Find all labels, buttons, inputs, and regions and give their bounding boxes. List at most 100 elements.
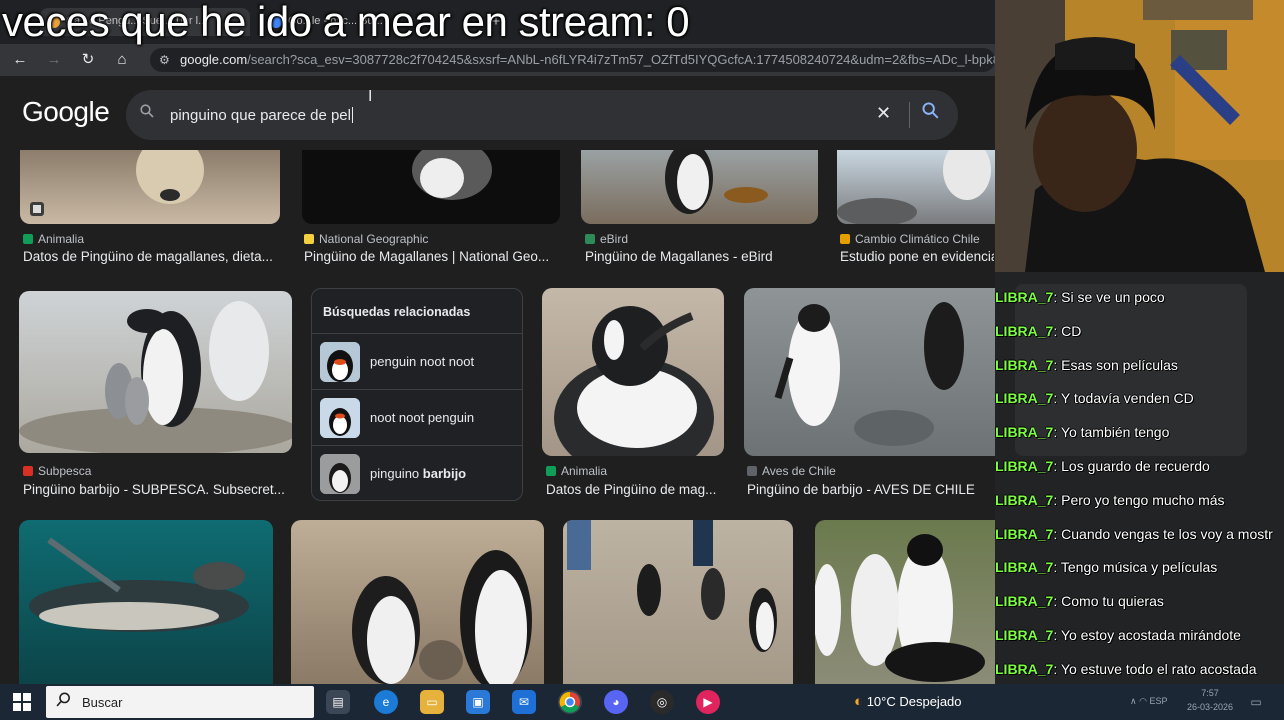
chat-separator: : bbox=[1053, 559, 1061, 576]
chat-username[interactable]: LIBRA_7 bbox=[995, 526, 1053, 542]
chat-username[interactable]: LIBRA_7 bbox=[995, 627, 1053, 643]
chat-message: LIBRA_7: Si se ve un poco bbox=[995, 289, 1165, 305]
mail-icon[interactable]: ✉ bbox=[512, 690, 536, 714]
wifi-icon[interactable]: ◠ bbox=[1139, 696, 1147, 706]
chat-separator: : bbox=[1053, 322, 1062, 339]
result-image[interactable] bbox=[563, 520, 793, 684]
windows-taskbar: Buscar ▤ e ▭ ▣ ✉ ◕ ◎ ▶ ◐ 10°C Despejado … bbox=[0, 684, 1284, 720]
media-player-icon[interactable]: ▶ bbox=[696, 690, 720, 714]
chat-separator: : bbox=[1053, 390, 1061, 407]
chat-separator: : bbox=[1053, 289, 1062, 305]
file-explorer-icon[interactable]: ▭ bbox=[420, 690, 444, 714]
result-title[interactable]: Datos de Pingüino de magallanes, dieta..… bbox=[23, 249, 281, 264]
site-info-icon[interactable]: ⚙ bbox=[159, 53, 170, 67]
chat-username[interactable]: LIBRA_7 bbox=[995, 289, 1053, 305]
tray-overflow-icon[interactable]: ∧ bbox=[1130, 696, 1137, 706]
result-source[interactable]: Animalia bbox=[23, 232, 84, 246]
forward-arrow-icon[interactable]: → bbox=[44, 50, 64, 70]
cambio-climatico-favicon-icon bbox=[840, 234, 850, 244]
result-source[interactable]: Subpesca bbox=[23, 464, 91, 478]
back-arrow-icon[interactable]: ← bbox=[10, 50, 30, 70]
clock[interactable]: 7:57 26-03-2026 bbox=[1180, 686, 1240, 714]
result-source[interactable]: National Geographic bbox=[304, 232, 428, 246]
chat-username[interactable]: LIBRA_7 bbox=[995, 357, 1053, 373]
google-logo[interactable]: Google bbox=[22, 96, 110, 128]
result-title[interactable]: Pingüino de barbijo - AVES DE CHILE bbox=[747, 482, 993, 497]
chat-username[interactable]: LIBRA_7 bbox=[995, 593, 1053, 609]
chat-text: Yo estuve todo el rato acostada bbox=[1060, 660, 1257, 677]
task-view-icon[interactable]: ▤ bbox=[326, 690, 350, 714]
chat-text: Yo estoy acostada mirándote bbox=[1060, 627, 1241, 643]
home-icon[interactable]: ⌂ bbox=[112, 50, 132, 70]
chat-username[interactable]: LIBRA_7 bbox=[995, 424, 1053, 440]
chat-username[interactable]: LIBRA_7 bbox=[995, 492, 1053, 508]
related-search-item[interactable]: pinguino barbijo bbox=[312, 445, 522, 501]
search-box[interactable]: pinguino que parece de pel ✕ bbox=[126, 90, 958, 140]
chat-username[interactable]: LIBRA_7 bbox=[995, 559, 1053, 575]
discord-icon[interactable]: ◕ bbox=[604, 690, 628, 714]
result-title[interactable]: Datos de Pingüino de mag... bbox=[546, 482, 724, 497]
result-image[interactable] bbox=[19, 291, 292, 453]
result-image[interactable] bbox=[815, 520, 995, 684]
result-image[interactable] bbox=[744, 288, 995, 456]
search-icon bbox=[56, 692, 71, 711]
chat-separator: : bbox=[1053, 627, 1061, 643]
chat-message: LIBRA_7: Tengo música y películas bbox=[995, 559, 1217, 575]
chat-separator: : bbox=[1053, 525, 1062, 542]
chrome-icon[interactable] bbox=[558, 690, 582, 714]
weather-widget[interactable]: ◐ 10°C Despejado bbox=[854, 693, 962, 710]
search-submit-icon[interactable] bbox=[922, 102, 939, 124]
reload-icon[interactable]: ↻ bbox=[78, 50, 98, 70]
chat-username[interactable]: LIBRA_7 bbox=[995, 458, 1053, 474]
stream-counter-overlay: veces que he ido a mear en stream: 0 bbox=[2, 0, 690, 45]
weather-text: 10°C Despejado bbox=[866, 694, 962, 709]
notifications-icon[interactable]: ▭ bbox=[1244, 690, 1268, 714]
related-search-item[interactable]: penguin noot noot bbox=[312, 333, 522, 389]
animalia-favicon-icon bbox=[23, 234, 33, 244]
result-image[interactable] bbox=[542, 288, 724, 456]
search-input[interactable]: pinguino que parece de pel bbox=[170, 107, 353, 124]
system-tray[interactable]: ∧ ◠ ESP bbox=[1130, 696, 1168, 707]
result-image[interactable] bbox=[291, 520, 544, 684]
search-divider bbox=[909, 102, 910, 128]
clear-icon[interactable]: ✕ bbox=[876, 103, 891, 124]
browser-toolbar: ← → ↻ ⌂ ⚙ google.com/search?sca_esv=3087… bbox=[0, 44, 995, 76]
result-image[interactable] bbox=[302, 150, 560, 224]
google-images-page: Google pinguino que parece de pel ✕ Anim… bbox=[0, 76, 995, 684]
language-indicator[interactable]: ESP bbox=[1149, 696, 1167, 706]
chat-text: Como tu quieras bbox=[1061, 593, 1164, 610]
result-image[interactable] bbox=[20, 150, 280, 224]
chat-message: LIBRA_7: Cuando vengas te los voy a most… bbox=[995, 526, 1273, 542]
result-image[interactable] bbox=[581, 150, 818, 224]
chat-message: LIBRA_7: Y todavía venden CD bbox=[995, 390, 1194, 406]
address-bar[interactable]: ⚙ google.com/search?sca_esv=3087728c2f70… bbox=[150, 48, 995, 72]
edge-icon[interactable]: e bbox=[374, 690, 398, 714]
taskbar-search-box[interactable]: Buscar bbox=[46, 686, 314, 718]
chat-separator: : bbox=[1053, 458, 1062, 474]
result-source[interactable]: Cambio Climático Chile bbox=[840, 232, 980, 246]
chat-username[interactable]: LIBRA_7 bbox=[995, 390, 1053, 406]
result-title[interactable]: Pingüino barbijo - SUBPESCA. Subsecret..… bbox=[23, 482, 293, 497]
chat-username[interactable]: LIBRA_7 bbox=[995, 661, 1053, 677]
result-source[interactable]: eBird bbox=[585, 232, 628, 246]
result-source[interactable]: Aves de Chile bbox=[747, 464, 836, 478]
chat-message: LIBRA_7: Esas son películas bbox=[995, 357, 1178, 373]
webcam-feed bbox=[995, 0, 1284, 272]
result-title[interactable]: Estudio pone en evidencia bbox=[840, 249, 994, 264]
related-searches-card: Búsquedas relacionadas penguin noot noot… bbox=[311, 288, 523, 501]
chat-message: LIBRA_7: Yo estuve todo el rato acostada bbox=[995, 661, 1257, 677]
search-query-text: pinguino que parece de pel bbox=[170, 107, 351, 124]
windows-start-icon[interactable] bbox=[10, 690, 34, 714]
result-image[interactable] bbox=[19, 520, 273, 684]
obs-icon[interactable]: ◎ bbox=[650, 690, 674, 714]
store-icon[interactable]: ▣ bbox=[466, 690, 490, 714]
chat-username[interactable]: LIBRA_7 bbox=[995, 323, 1053, 339]
text-caret bbox=[351, 107, 353, 123]
related-thumbnail bbox=[320, 454, 360, 494]
result-image[interactable] bbox=[837, 150, 995, 224]
result-source[interactable]: Animalia bbox=[546, 464, 607, 478]
related-search-item[interactable]: noot noot penguin bbox=[312, 389, 522, 445]
text-cursor-icon: I bbox=[368, 88, 373, 105]
result-title[interactable]: Pingüino de Magallanes - eBird bbox=[585, 249, 819, 264]
result-title[interactable]: Pingüino de Magallanes | National Geo... bbox=[304, 249, 560, 264]
